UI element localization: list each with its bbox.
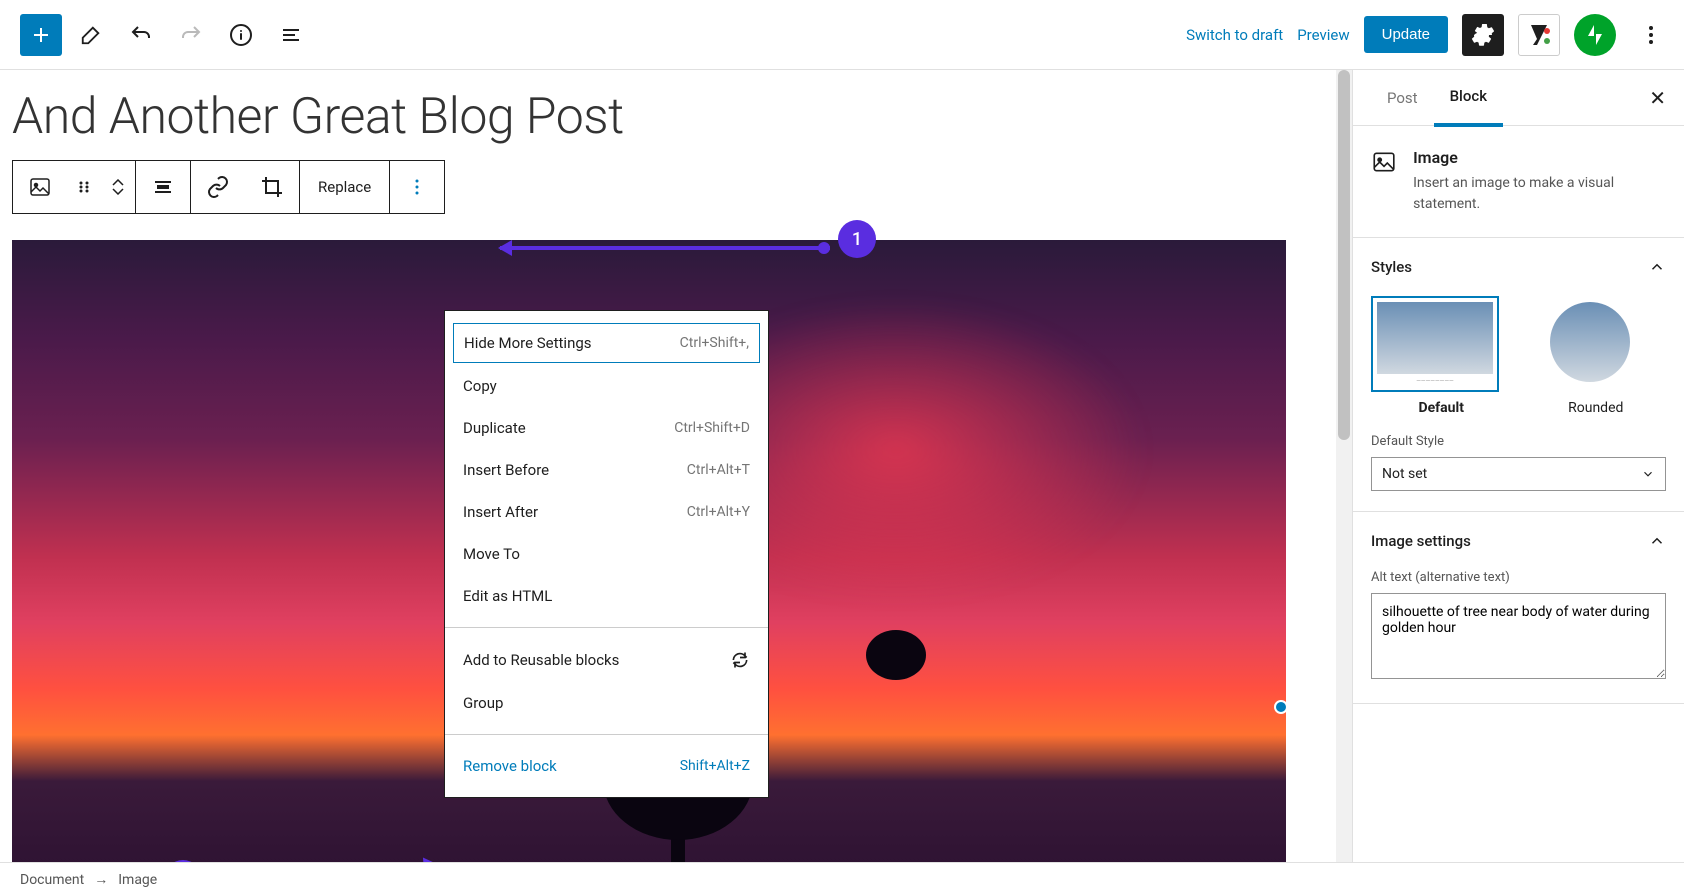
breadcrumb: Document → Image [0, 862, 1684, 896]
alt-text-label: Alt text (alternative text) [1371, 570, 1666, 585]
styles-panel-toggle[interactable]: Styles [1353, 238, 1684, 296]
sidebar-tabs: Post Block ✕ [1353, 70, 1684, 126]
chevron-up-icon [1648, 258, 1666, 276]
tab-block[interactable]: Block [1434, 70, 1503, 127]
image-icon [1371, 148, 1397, 176]
tab-post[interactable]: Post [1371, 71, 1434, 125]
block-toolbar: Replace [12, 160, 445, 214]
add-block-button[interactable] [20, 14, 62, 56]
block-more-options-button[interactable] [390, 161, 444, 213]
more-options-button[interactable] [1630, 14, 1672, 56]
preview-link[interactable]: Preview [1297, 26, 1349, 44]
undo-button[interactable] [120, 14, 162, 56]
jetpack-button[interactable] [1574, 14, 1616, 56]
outline-button[interactable] [270, 14, 312, 56]
menu-copy[interactable]: Copy [445, 365, 768, 407]
close-sidebar-button[interactable]: ✕ [1649, 86, 1666, 110]
image-settings-toggle[interactable]: Image settings [1353, 512, 1684, 570]
styles-panel: Styles ―――――――― Default Rounded [1353, 238, 1684, 512]
resize-handle[interactable] [1274, 700, 1288, 714]
move-arrows[interactable] [101, 161, 135, 213]
block-description: Insert an image to make a visual stateme… [1413, 173, 1666, 215]
crop-button[interactable] [245, 161, 299, 213]
menu-move-to[interactable]: Move To [445, 533, 768, 575]
chevron-down-icon [1641, 467, 1655, 481]
menu-add-reusable[interactable]: Add to Reusable blocks [445, 638, 768, 682]
alt-text-input[interactable] [1371, 593, 1666, 679]
arrow-1 [500, 246, 830, 250]
block-options-dropdown: Hide More Settings Ctrl+Shift+, Copy Dup… [444, 310, 769, 798]
link-button[interactable] [191, 161, 245, 213]
edit-mode-button[interactable] [70, 14, 112, 56]
callout-1: 1 [838, 220, 876, 258]
redo-button[interactable] [170, 14, 212, 56]
default-style-select[interactable]: Not set [1371, 457, 1666, 491]
toolbar-left [20, 14, 312, 56]
menu-group[interactable]: Group [445, 682, 768, 724]
block-info-panel: Image Insert an image to make a visual s… [1353, 126, 1684, 238]
breadcrumb-document[interactable]: Document [20, 872, 84, 888]
settings-sidebar: Post Block ✕ Image Insert an image to ma… [1352, 70, 1684, 862]
block-title: Image [1413, 148, 1666, 167]
scrollbar[interactable] [1336, 70, 1352, 862]
chevron-up-icon [1648, 532, 1666, 550]
default-style-label: Default Style [1371, 434, 1666, 449]
breadcrumb-current[interactable]: Image [118, 872, 157, 888]
menu-remove-block[interactable]: Remove block Shift+Alt+Z [445, 745, 768, 787]
update-button[interactable]: Update [1364, 16, 1448, 53]
style-default[interactable]: ―――――――― Default [1371, 296, 1512, 416]
style-rounded[interactable]: Rounded [1526, 296, 1667, 416]
info-button[interactable] [220, 14, 262, 56]
toolbar-right: Switch to draft Preview Update [1186, 14, 1672, 56]
editor-canvas: And Another Great Blog Post [0, 70, 1352, 862]
menu-edit-html[interactable]: Edit as HTML [445, 575, 768, 617]
post-title[interactable]: And Another Great Blog Post [12, 88, 1340, 146]
image-settings-panel: Image settings Alt text (alternative tex… [1353, 512, 1684, 704]
block-type-button[interactable] [13, 161, 67, 213]
replace-button[interactable]: Replace [300, 161, 389, 213]
menu-insert-after[interactable]: Insert After Ctrl+Alt+Y [445, 491, 768, 533]
drag-handle[interactable] [67, 161, 101, 213]
menu-insert-before[interactable]: Insert Before Ctrl+Alt+T [445, 449, 768, 491]
align-button[interactable] [136, 161, 190, 213]
yoast-button[interactable] [1518, 14, 1560, 56]
top-toolbar: Switch to draft Preview Update [0, 0, 1684, 70]
refresh-icon [730, 650, 750, 670]
settings-button[interactable] [1462, 14, 1504, 56]
switch-to-draft-link[interactable]: Switch to draft [1186, 26, 1283, 44]
menu-hide-more-settings[interactable]: Hide More Settings Ctrl+Shift+, [453, 323, 760, 363]
menu-duplicate[interactable]: Duplicate Ctrl+Shift+D [445, 407, 768, 449]
